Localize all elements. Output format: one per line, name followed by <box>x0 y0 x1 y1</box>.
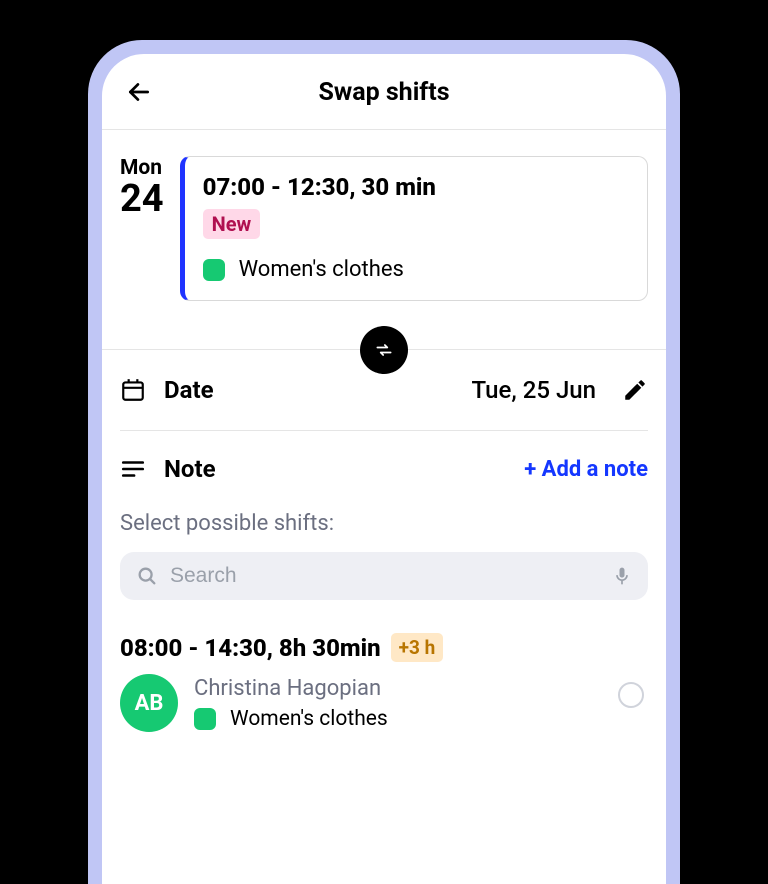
select-shifts-label: Select possible shifts: <box>102 493 666 540</box>
avatar: AB <box>120 674 178 732</box>
shift-option[interactable]: 08:00 - 14:30, 8h 30min +3 h AB Christin… <box>102 600 666 732</box>
person-name: Christina Hagopian <box>194 676 388 701</box>
department-name: Women's clothes <box>239 257 404 282</box>
delta-badge: +3 h <box>391 633 444 662</box>
option-department-row: Women's clothes <box>194 707 388 731</box>
search-bar[interactable] <box>120 552 648 600</box>
header: Swap shifts <box>102 54 666 130</box>
back-button[interactable] <box>124 77 154 107</box>
search-input[interactable] <box>170 564 600 588</box>
current-shift-time: 07:00 - 12:30, 30 min <box>203 173 629 201</box>
day-column: Mon 24 <box>120 156 164 301</box>
swap-button[interactable] <box>360 326 408 374</box>
department-color-icon <box>203 259 225 281</box>
search-icon <box>136 565 158 587</box>
department-color-icon <box>194 708 216 730</box>
person-row: AB Christina Hagopian Women's clothes <box>120 674 648 732</box>
swap-icon <box>374 340 394 360</box>
phone-frame: Swap shifts Mon 24 07:00 - 12:30, 30 min… <box>88 40 680 884</box>
current-shift-section: Mon 24 07:00 - 12:30, 30 min New Women's… <box>102 130 666 301</box>
screen: Swap shifts Mon 24 07:00 - 12:30, 30 min… <box>102 54 666 884</box>
page-title: Swap shifts <box>102 78 666 107</box>
option-department-name: Women's clothes <box>230 707 388 731</box>
microphone-icon[interactable] <box>612 564 632 588</box>
note-row: Note + Add a note <box>120 431 648 493</box>
option-time: 08:00 - 14:30, 8h 30min <box>120 634 381 662</box>
pencil-icon[interactable] <box>622 377 648 403</box>
note-label: Note <box>164 455 506 483</box>
back-arrow-icon <box>126 79 152 105</box>
add-note-button[interactable]: + Add a note <box>524 457 648 482</box>
person-info: Christina Hagopian Women's clothes <box>194 676 388 731</box>
select-radio[interactable] <box>618 682 644 708</box>
date-value: Tue, 25 Jun <box>472 376 596 404</box>
date-label: Date <box>164 376 454 404</box>
day-number: 24 <box>120 180 164 220</box>
current-shift-card[interactable]: 07:00 - 12:30, 30 min New Women's clothe… <box>180 156 648 301</box>
department-row: Women's clothes <box>203 257 629 282</box>
new-badge: New <box>203 209 261 239</box>
calendar-icon <box>120 377 146 403</box>
swap-divider <box>102 349 666 350</box>
notes-icon <box>120 456 146 482</box>
